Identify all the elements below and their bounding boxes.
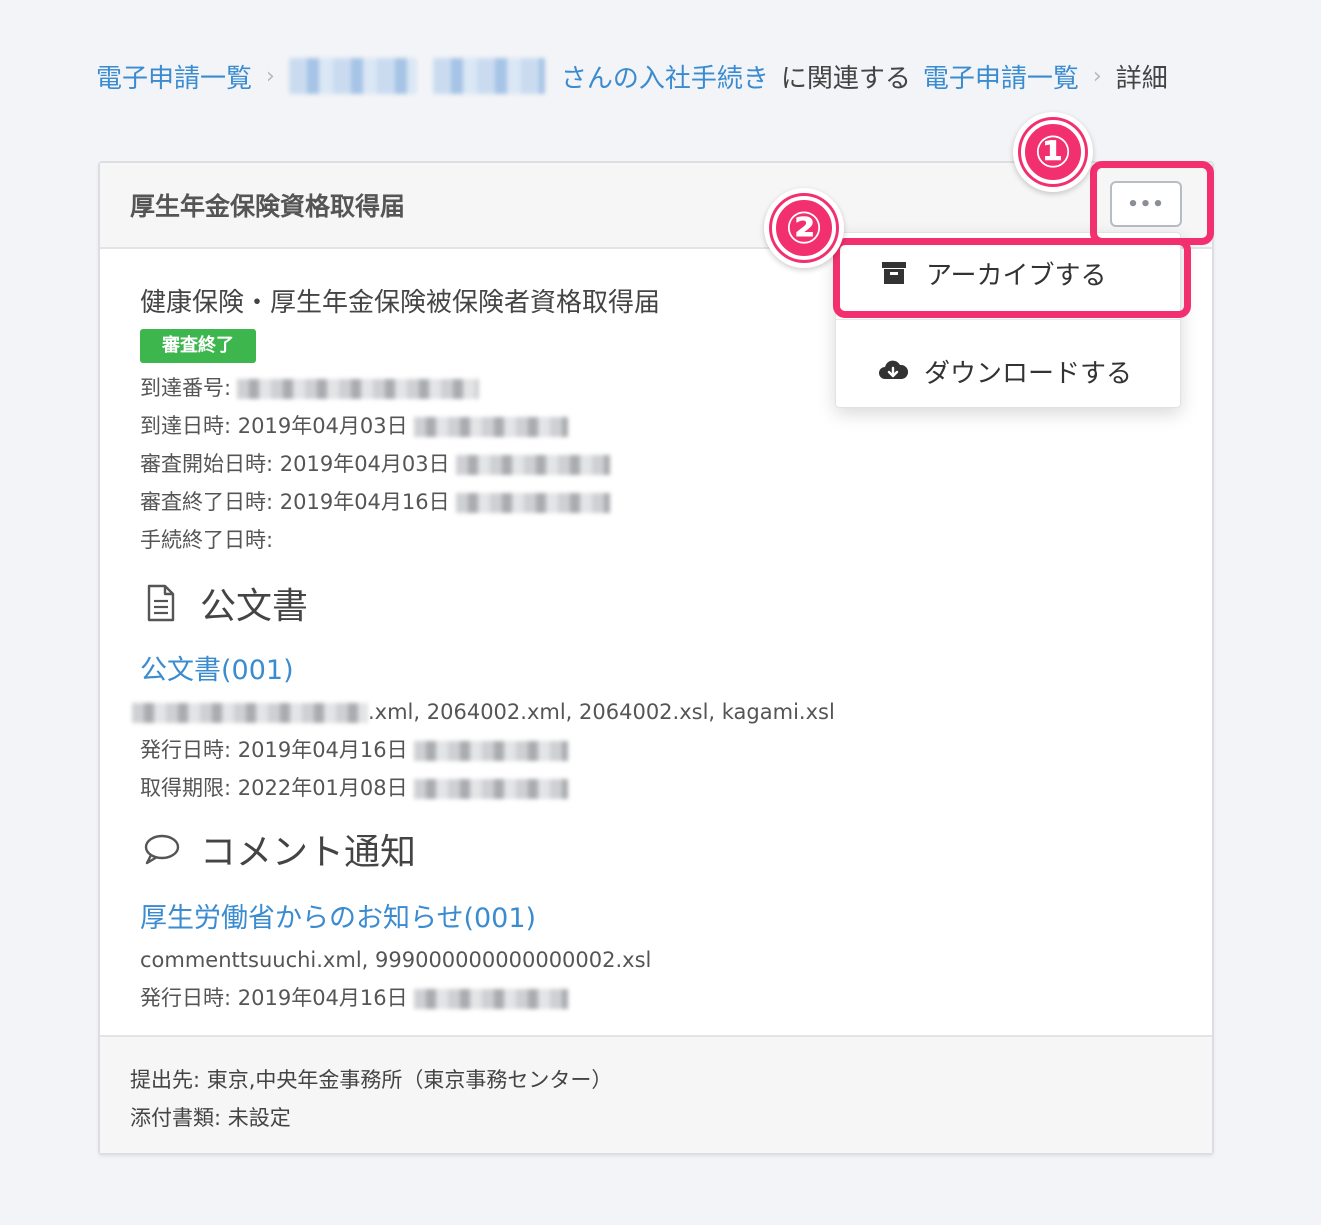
file-list: .xml, 2064002.xml, 2064002.xsl, kagami.x… [368, 700, 835, 724]
highlight-archive-item [833, 238, 1191, 318]
redacted-value [413, 779, 568, 799]
breadcrumb-text: に関連する [780, 63, 911, 94]
breadcrumb-link-applications[interactable]: 電子申請一覧 [96, 58, 252, 95]
section-title: コメント通知 [200, 832, 417, 873]
step-2-marker: ② [764, 188, 844, 268]
breadcrumb: 電子申請一覧 › さんの入社手続き に関連する 電子申請一覧 › 詳細 [96, 56, 1168, 96]
redacted-value [455, 455, 610, 475]
breadcrumb-separator: › [1092, 63, 1102, 89]
official-document-link[interactable]: 公文書(001) [140, 649, 1172, 693]
official-document-issue-date: 発行日時: 2019年04月16日 [140, 731, 1172, 769]
meta-label: 発行日時: 2019年04月16日 [140, 986, 408, 1010]
comment-notice-files: commenttsuuchi.xml, 999000000000000002.x… [140, 948, 652, 972]
redacted-name [432, 58, 545, 94]
redacted-value [237, 379, 480, 399]
redacted-value [132, 703, 368, 723]
meta-arrival-datetime: 到達日時: 2019年04月03日 [140, 407, 1172, 445]
status-badge: 審査終了 [140, 329, 256, 363]
meta-label: 発行日時: 2019年04月16日 [140, 738, 408, 762]
breadcrumb-separator: › [266, 63, 275, 89]
redacted-value [413, 989, 568, 1009]
breadcrumb-current: 詳細 [1115, 63, 1168, 94]
menu-divider [836, 319, 1180, 320]
cloud-download-icon [878, 357, 909, 385]
comment-notice-issue-date: 発行日時: 2019年04月16日 [140, 979, 1172, 1017]
download-menu-item[interactable]: ダウンロードする [836, 349, 1180, 393]
breadcrumb-link-related-applications[interactable]: 電子申請一覧 [923, 58, 1079, 95]
redacted-value [455, 493, 610, 513]
meta-procedure-end: 手続終了日時: [140, 528, 274, 552]
card-title: 厚生年金保険資格取得届 [130, 192, 406, 221]
meta-label: 到達番号: [140, 376, 232, 400]
comment-notice-link[interactable]: 厚生労働省からのお知らせ(001) [140, 897, 1172, 941]
document-icon [140, 582, 182, 624]
step-number: ① [1021, 120, 1085, 184]
highlight-more-button [1090, 161, 1214, 245]
meta-label: 取得期限: 2022年01月08日 [140, 776, 408, 800]
redacted-value [413, 417, 568, 437]
official-documents-heading: 公文書 [140, 575, 1172, 631]
breadcrumb-link-procedure[interactable]: さんの入社手続き [561, 58, 769, 95]
step-number: ② [772, 196, 836, 260]
speech-bubble-icon [140, 828, 182, 870]
meta-label: 審査開始日時: 2019年04月03日 [140, 452, 450, 476]
download-label: ダウンロードする [924, 358, 1133, 389]
card-footer: 提出先: 東京,中央年金事務所（東京事務センター） 添付書類: 未設定 [100, 1035, 1212, 1153]
redacted-name [288, 58, 417, 94]
comment-notice-heading: コメント通知 [140, 821, 1172, 877]
attachments: 添付書類: 未設定 [130, 1106, 291, 1130]
official-document-files: .xml, 2064002.xml, 2064002.xsl, kagami.x… [132, 693, 1172, 731]
step-1-marker: ① [1013, 112, 1093, 192]
official-document-expiry: 取得期限: 2022年01月08日 [140, 769, 1172, 807]
meta-review-start: 審査開始日時: 2019年04月03日 [140, 445, 1172, 483]
meta-label: 審査終了日時: 2019年04月16日 [140, 490, 450, 514]
meta-label: 到達日時: 2019年04月03日 [140, 414, 408, 438]
submit-destination: 提出先: 東京,中央年金事務所（東京事務センター） [130, 1068, 613, 1092]
redacted-value [413, 741, 568, 761]
section-title: 公文書 [200, 586, 309, 627]
meta-review-end: 審査終了日時: 2019年04月16日 [140, 483, 1172, 521]
